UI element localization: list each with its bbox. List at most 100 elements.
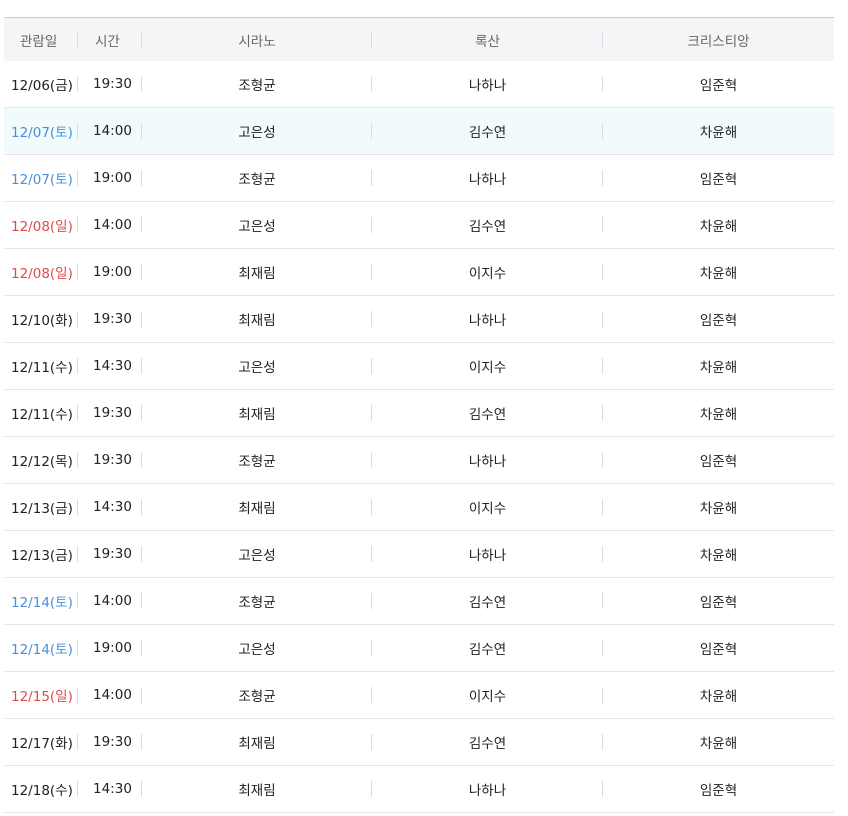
header-cyrano: 시라노 <box>142 30 372 50</box>
cell-christian: 임준혁 <box>699 78 738 94</box>
cell-cyrano: 조형균 <box>142 450 372 470</box>
cell-roxane: 나하나 <box>372 544 603 564</box>
cell-christian: 임준혁 <box>699 783 738 799</box>
cell-date: 12/11(수) <box>4 403 78 423</box>
cell-cyrano: 조형균 <box>142 591 372 611</box>
table-row: 12/10(화) 19:30 최재림 나하나 임준혁 <box>4 296 834 343</box>
cell-date: 12/13(금) <box>4 544 78 564</box>
cell-date: 12/12(목) <box>4 450 78 470</box>
cell-christian: 차윤해 <box>699 360 738 376</box>
header-time: 시간 <box>78 30 142 50</box>
cell-roxane: 김수연 <box>372 732 603 752</box>
table-row: 12/11(수) 19:30 최재림 김수연 차윤해 <box>4 390 834 437</box>
cell-christian: 차윤해 <box>699 266 738 282</box>
table-row: 12/11(수) 14:30 고은성 이지수 차윤해 <box>4 343 834 390</box>
cell-roxane: 이지수 <box>372 685 603 705</box>
cell-time: 14:00 <box>78 123 142 139</box>
cell-date: 12/14(토) <box>4 591 78 611</box>
table-row: 12/17(화) 19:30 최재림 김수연 차윤해 <box>4 719 834 766</box>
cell-cyrano: 조형균 <box>142 74 372 94</box>
cast-schedule-table: 관람일 시간 시라노 록산 크리스티앙 12/06(금) 19:30 조형균 나하나 임… <box>4 17 834 813</box>
table-row: 12/15(일) 14:00 조형균 이지수 차윤해 <box>4 672 834 719</box>
cell-cyrano: 고은성 <box>142 638 372 658</box>
cell-christian: 차윤해 <box>699 501 738 517</box>
cell-cyrano: 최재림 <box>142 732 372 752</box>
cell-christian: 임준혁 <box>699 172 738 188</box>
cell-date: 12/08(일) <box>4 215 78 235</box>
cell-date: 12/08(일) <box>4 262 78 282</box>
cell-christian: 차윤해 <box>699 548 738 564</box>
cell-cyrano: 최재림 <box>142 403 372 423</box>
cell-roxane: 나하나 <box>372 450 603 470</box>
cell-time: 19:00 <box>78 170 142 186</box>
cell-date: 12/18(수) <box>4 779 78 799</box>
table-row: 12/14(토) 14:00 조형균 김수연 임준혁 <box>4 578 834 625</box>
cell-roxane: 김수연 <box>372 215 603 235</box>
cell-cyrano: 고은성 <box>142 215 372 235</box>
cell-roxane: 이지수 <box>372 262 603 282</box>
table-row: 12/13(금) 19:30 고은성 나하나 차윤해 <box>4 531 834 578</box>
cell-cyrano: 조형균 <box>142 685 372 705</box>
cell-date: 12/07(토) <box>4 168 78 188</box>
cell-christian: 차윤해 <box>699 125 738 141</box>
cell-roxane: 나하나 <box>372 309 603 329</box>
cell-cyrano: 조형균 <box>142 168 372 188</box>
cell-time: 14:30 <box>78 781 142 797</box>
cell-time: 14:00 <box>78 687 142 703</box>
cell-date: 12/14(토) <box>4 638 78 658</box>
cell-cyrano: 최재림 <box>142 497 372 517</box>
cell-time: 14:00 <box>78 217 142 233</box>
cell-christian: 차윤해 <box>699 407 738 423</box>
cell-christian: 차윤해 <box>699 689 738 705</box>
cell-date: 12/06(금) <box>4 74 78 94</box>
cell-roxane: 나하나 <box>372 74 603 94</box>
table-row: 12/06(금) 19:30 조형균 나하나 임준혁 <box>4 61 834 108</box>
cell-roxane: 이지수 <box>372 497 603 517</box>
cell-roxane: 김수연 <box>372 638 603 658</box>
cell-time: 14:30 <box>78 499 142 515</box>
cell-date: 12/11(수) <box>4 356 78 376</box>
table-row: 12/07(토) 19:00 조형균 나하나 임준혁 <box>4 155 834 202</box>
cell-christian: 임준혁 <box>699 313 738 329</box>
cell-cyrano: 고은성 <box>142 544 372 564</box>
cell-roxane: 김수연 <box>372 591 603 611</box>
cell-christian: 임준혁 <box>699 595 738 611</box>
cell-christian: 차윤해 <box>699 736 738 752</box>
cell-date: 12/13(금) <box>4 497 78 517</box>
table-row: 12/12(목) 19:30 조형균 나하나 임준혁 <box>4 437 834 484</box>
cell-roxane: 김수연 <box>372 121 603 141</box>
cell-time: 19:30 <box>78 311 142 327</box>
cell-time: 19:30 <box>78 76 142 92</box>
cell-time: 19:00 <box>78 640 142 656</box>
cell-date: 12/07(토) <box>4 121 78 141</box>
cell-time: 19:30 <box>78 734 142 750</box>
cell-christian: 임준혁 <box>699 642 738 658</box>
header-christian: 크리스티앙 <box>687 33 750 50</box>
cell-christian: 차윤해 <box>699 219 738 235</box>
table-body: 12/06(금) 19:30 조형균 나하나 임준혁 12/07(토) 14:00 고은성 김수… <box>4 61 834 813</box>
header-date: 관람일 <box>4 30 78 50</box>
table-row: 12/07(토) 14:00 고은성 김수연 차윤해 <box>4 108 834 155</box>
cell-roxane: 나하나 <box>372 168 603 188</box>
cell-time: 14:30 <box>78 358 142 374</box>
cell-cyrano: 최재림 <box>142 309 372 329</box>
cell-roxane: 나하나 <box>372 779 603 799</box>
table-row: 12/18(수) 14:30 최재림 나하나 임준혁 <box>4 766 834 813</box>
table-row: 12/08(일) 19:00 최재림 이지수 차윤해 <box>4 249 834 296</box>
cell-christian: 임준혁 <box>699 454 738 470</box>
table-row: 12/14(토) 19:00 고은성 김수연 임준혁 <box>4 625 834 672</box>
header-roxane: 록산 <box>372 30 603 50</box>
cell-time: 19:30 <box>78 546 142 562</box>
cell-roxane: 김수연 <box>372 403 603 423</box>
cell-roxane: 이지수 <box>372 356 603 376</box>
cell-time: 19:30 <box>78 452 142 468</box>
cell-time: 14:00 <box>78 593 142 609</box>
cell-cyrano: 고은성 <box>142 121 372 141</box>
cell-cyrano: 고은성 <box>142 356 372 376</box>
table-row: 12/13(금) 14:30 최재림 이지수 차윤해 <box>4 484 834 531</box>
cell-date: 12/17(화) <box>4 732 78 752</box>
cell-cyrano: 최재림 <box>142 779 372 799</box>
table-row: 12/08(일) 14:00 고은성 김수연 차윤해 <box>4 202 834 249</box>
cell-date: 12/10(화) <box>4 309 78 329</box>
cell-time: 19:30 <box>78 405 142 421</box>
